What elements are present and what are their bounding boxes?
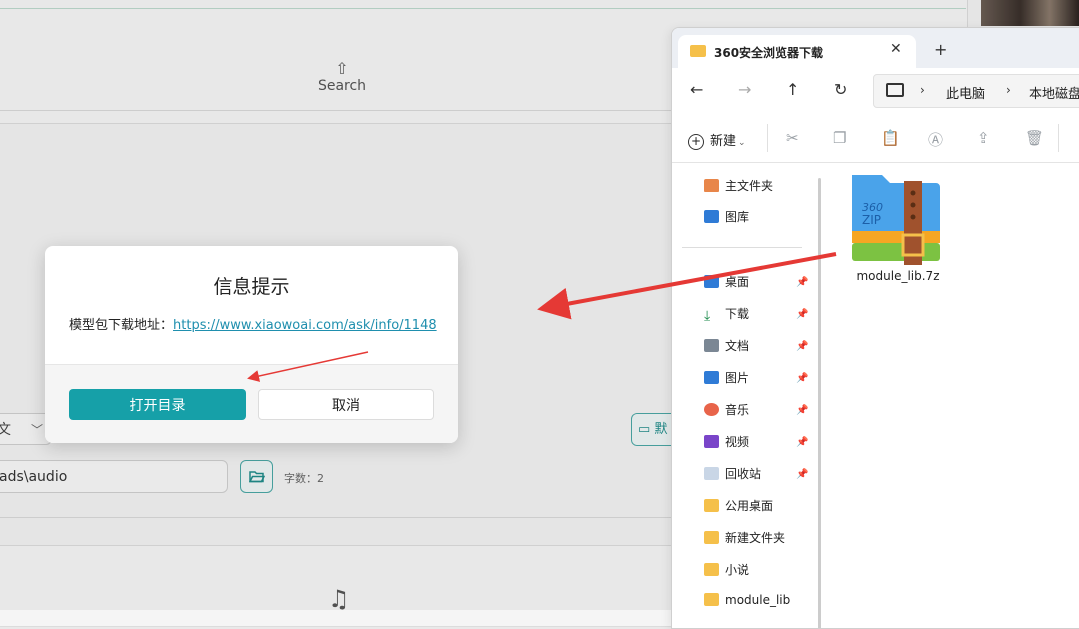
sidebar-item-label: 主文件夹	[725, 179, 774, 193]
pictures-icon	[704, 371, 719, 384]
dialog-message: 模型包下载地址：https://www.xiaowoai.com/ask/inf…	[69, 314, 437, 333]
folder-icon	[690, 45, 706, 57]
sidebar-item-novels[interactable]: 小说	[704, 561, 749, 583]
file-list: 360 ZIP module_lib.7z	[824, 163, 1079, 628]
command-bar: + 新建 ⌄ ✂ ❐ 📋 Ⓐ ⇪ 🗑	[672, 114, 1079, 163]
sidebar-item-module-lib[interactable]: module_lib	[704, 593, 790, 615]
sidebar-item-label: module_lib	[725, 593, 791, 607]
sidebar-item-music[interactable]: 音乐	[704, 401, 749, 423]
navigation-pane: 主文件夹 图库 桌面 📌 ⤓ 下载 📌 文档 📌 图片 📌 音乐 📌 视频 📌	[672, 163, 812, 628]
paste-icon[interactable]: 📋	[881, 129, 900, 147]
chevron-right-icon: ›	[1006, 83, 1011, 97]
pin-icon[interactable]: 📌	[796, 309, 808, 320]
pin-icon[interactable]: 📌	[796, 373, 808, 384]
sidebar-item-label: 文档	[725, 339, 750, 353]
share-icon[interactable]: ⇪	[977, 129, 990, 147]
sidebar-item-label: 下载	[725, 307, 750, 321]
sidebar-item-new-folder[interactable]: 新建文件夹	[704, 529, 785, 551]
copy-icon[interactable]: ❐	[833, 129, 846, 147]
refresh-icon[interactable]: ↻	[834, 80, 847, 99]
sidebar-divider	[682, 247, 802, 248]
download-link[interactable]: https://www.xiaowoai.com/ask/info/1148	[173, 318, 437, 333]
folder-icon	[704, 593, 719, 606]
cancel-button[interactable]: 取消	[258, 389, 434, 420]
gallery-icon	[704, 210, 719, 223]
dialog-footer: 打开目录 取消	[45, 364, 458, 443]
chevron-right-icon: ›	[920, 83, 925, 97]
sidebar-item-label: 视频	[725, 435, 750, 449]
sidebar-item-desktop[interactable]: 桌面	[704, 273, 749, 295]
sidebar-item-label: 小说	[725, 563, 750, 577]
sidebar-item-home[interactable]: 主文件夹	[704, 177, 773, 199]
document-icon	[704, 339, 719, 352]
back-arrow-icon[interactable]: ←	[690, 80, 703, 99]
dialog-message-label: 模型包下载地址：	[69, 318, 174, 333]
folder-icon	[704, 499, 719, 512]
sidebar-item-label: 音乐	[725, 403, 750, 417]
address-bar[interactable]: › 此电脑 › 本地磁盘	[873, 74, 1079, 108]
new-item-button[interactable]: + 新建 ⌄	[688, 130, 746, 150]
music-icon	[704, 403, 719, 416]
sidebar-item-label: 图片	[725, 371, 750, 385]
pin-icon[interactable]: 📌	[796, 405, 808, 416]
delete-icon[interactable]: 🗑	[1025, 129, 1044, 147]
breadcrumb-this-pc[interactable]: 此电脑	[946, 83, 985, 102]
desktop-icon	[704, 275, 719, 288]
recycle-bin-icon	[704, 467, 719, 480]
tab-title: 360安全浏览器下载	[714, 46, 824, 60]
video-icon	[704, 435, 719, 448]
navigation-bar: ← → ↑ ↻ › 此电脑 › 本地磁盘	[672, 68, 1079, 114]
new-item-label: 新建	[710, 134, 737, 149]
sidebar-item-label: 图库	[725, 210, 750, 224]
sidebar-item-label: 新建文件夹	[725, 531, 786, 545]
forward-arrow-icon[interactable]: →	[738, 80, 751, 99]
sidebar-item-label: 桌面	[725, 275, 750, 289]
download-icon: ⤓	[704, 308, 711, 324]
file-name: module_lib.7z	[856, 269, 940, 283]
svg-text:ZIP: ZIP	[862, 213, 881, 227]
home-icon	[704, 179, 719, 192]
pin-icon[interactable]: 📌	[796, 469, 808, 480]
sidebar-item-recycle-bin[interactable]: 回收站	[704, 465, 761, 487]
dialog-title: 信息提示	[213, 276, 290, 298]
chevron-down-icon: ⌄	[738, 138, 746, 148]
pin-icon[interactable]: 📌	[796, 277, 808, 288]
sidebar-item-gallery[interactable]: 图库	[704, 208, 749, 230]
sidebar-item-public-desktop[interactable]: 公用桌面	[704, 497, 773, 519]
open-directory-button[interactable]: 打开目录	[69, 389, 246, 420]
sidebar-item-label: 回收站	[725, 467, 762, 481]
breadcrumb-local-disk[interactable]: 本地磁盘	[1029, 83, 1079, 102]
folder-icon	[704, 531, 719, 544]
info-dialog: 信息提示 模型包下载地址：https://www.xiaowoai.com/as…	[45, 246, 458, 443]
new-tab-button[interactable]: +	[934, 40, 947, 59]
pin-icon[interactable]: 📌	[796, 341, 808, 352]
computer-icon	[886, 83, 904, 97]
sidebar-item-documents[interactable]: 文档	[704, 337, 749, 359]
toolbar-separator	[767, 124, 768, 152]
toolbar-separator	[1058, 124, 1059, 152]
sidebar-scrollbar[interactable]	[818, 178, 821, 628]
folder-icon	[704, 563, 719, 576]
sidebar-item-label: 公用桌面	[725, 499, 774, 513]
360zip-archive-icon: 360 ZIP	[852, 175, 940, 265]
rename-icon[interactable]: Ⓐ	[928, 129, 943, 150]
tab-bar: 360安全浏览器下载 ✕ +	[672, 28, 1079, 68]
file-explorer-window: 360安全浏览器下载 ✕ + ← → ↑ ↻ › 此电脑 › 本地磁盘 + 新建 ⌄…	[671, 27, 1079, 629]
sidebar-item-videos[interactable]: 视频	[704, 433, 749, 455]
cut-icon[interactable]: ✂	[786, 129, 799, 147]
plus-icon: +	[688, 134, 704, 150]
pin-icon[interactable]: 📌	[796, 437, 808, 448]
up-arrow-icon[interactable]: ↑	[786, 80, 799, 99]
sidebar-item-pictures[interactable]: 图片	[704, 369, 749, 391]
sidebar-item-downloads[interactable]: ⤓ 下载	[704, 305, 749, 327]
tab-downloads[interactable]: 360安全浏览器下载 ✕	[678, 35, 916, 68]
close-icon[interactable]: ✕	[890, 41, 902, 57]
